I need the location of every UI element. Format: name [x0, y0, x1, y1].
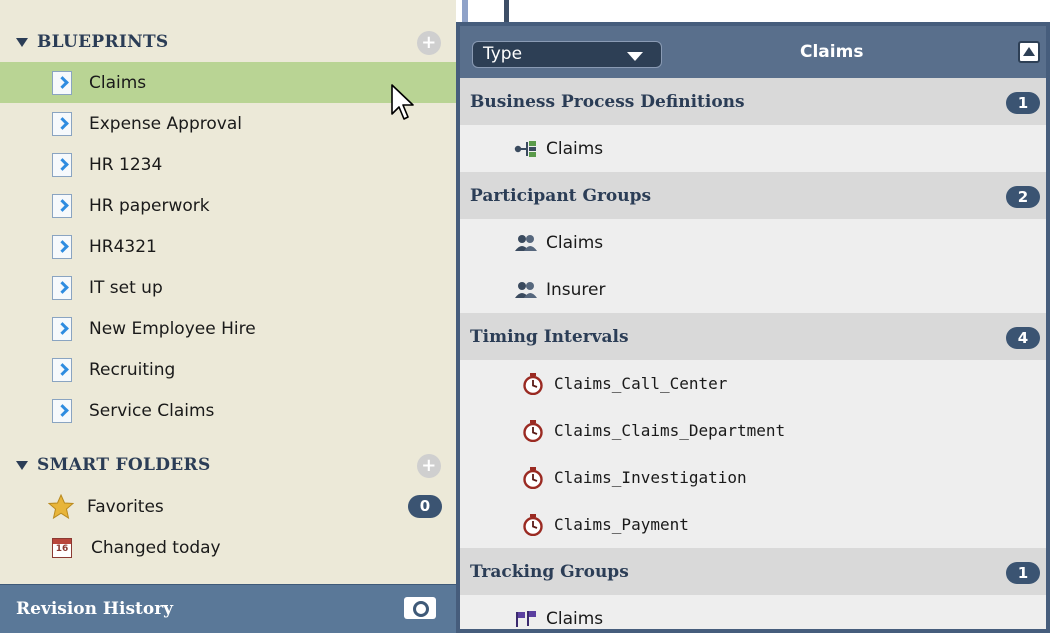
group-title: Tracking Groups [470, 561, 629, 582]
item-label: Claims_Investigation [554, 468, 747, 487]
add-blueprint-button[interactable]: + [417, 31, 441, 55]
group-count-badge: 1 [1006, 92, 1040, 114]
blueprint-doc-icon [52, 152, 72, 177]
blueprint-item-hr-1234[interactable]: HR 1234 [0, 144, 456, 185]
group-header-timing-intervals[interactable]: Timing Intervals 4 [460, 313, 1046, 360]
blueprints-section-header[interactable]: BLUEPRINTS + [0, 22, 456, 62]
blueprint-doc-icon [52, 193, 72, 218]
revision-history-title: Revision History [16, 599, 174, 619]
list-item-timer-claims-department[interactable]: Claims_Claims_Department [460, 407, 1046, 454]
type-dropdown-label: Type [483, 44, 523, 64]
chevron-down-icon [627, 52, 643, 61]
blueprint-doc-icon [52, 111, 72, 136]
blueprint-item-recruiting[interactable]: Recruiting [0, 349, 456, 390]
calendar-icon: 16 [52, 537, 72, 558]
blueprint-item-claims[interactable]: Claims [0, 62, 456, 103]
item-label: Claims_Call_Center [554, 374, 728, 393]
list-item-tracking-claims[interactable]: Claims [460, 595, 1046, 629]
item-label: Claims [546, 138, 604, 159]
item-label: Claims_Payment [554, 515, 689, 534]
list-item-timer-call-center[interactable]: Claims_Call_Center [460, 360, 1046, 407]
group-count-badge: 4 [1006, 327, 1040, 349]
blueprint-label: Claims [89, 72, 147, 93]
camera-icon[interactable] [404, 597, 436, 619]
blueprint-item-service-claims[interactable]: Service Claims [0, 390, 456, 431]
add-smart-folder-button[interactable]: + [417, 454, 441, 478]
list-item-process-claims[interactable]: Claims [460, 125, 1046, 172]
blueprints-title: BLUEPRINTS [37, 32, 169, 52]
timer-icon [523, 372, 543, 395]
blueprint-label: IT set up [89, 277, 163, 298]
smart-folder-label: Favorites [87, 496, 164, 517]
blueprint-label: New Employee Hire [89, 318, 256, 339]
group-header-tracking-groups[interactable]: Tracking Groups 1 [460, 548, 1046, 595]
panel-title: Claims [800, 42, 864, 62]
blueprint-doc-icon [52, 357, 72, 382]
timer-icon [523, 419, 543, 442]
group-title: Participant Groups [470, 185, 652, 206]
smart-folder-label: Changed today [91, 537, 221, 558]
mouse-cursor-icon [391, 84, 414, 120]
smart-folders-title: SMART FOLDERS [37, 455, 211, 475]
list-item-timer-payment[interactable]: Claims_Payment [460, 501, 1046, 548]
group-header-business-process-definitions[interactable]: Business Process Definitions 1 [460, 78, 1046, 125]
flags-icon [516, 610, 536, 627]
people-icon [515, 234, 537, 251]
collapse-panel-button[interactable] [1018, 41, 1040, 63]
type-dropdown[interactable]: Type [472, 41, 662, 68]
list-item-participant-insurer[interactable]: Insurer [460, 266, 1046, 313]
item-label: Claims_Claims_Department [554, 421, 786, 440]
blueprint-item-it-set-up[interactable]: IT set up [0, 267, 456, 308]
blueprint-item-expense-approval[interactable]: Expense Approval [0, 103, 456, 144]
expand-triangle-icon[interactable] [16, 37, 28, 47]
blueprint-label: Recruiting [89, 359, 176, 380]
blueprint-label: Service Claims [89, 400, 215, 421]
expand-triangle-icon[interactable] [16, 460, 28, 470]
blueprint-label: HR4321 [89, 236, 157, 257]
blueprint-item-hr-paperwork[interactable]: HR paperwork [0, 185, 456, 226]
star-icon [48, 493, 74, 519]
blueprint-doc-icon [52, 234, 72, 259]
process-icon [514, 140, 536, 157]
blueprint-doc-icon [52, 316, 72, 341]
group-title: Business Process Definitions [470, 91, 745, 112]
timer-icon [523, 466, 543, 489]
blueprint-label: HR 1234 [89, 154, 163, 175]
group-count-badge: 2 [1006, 186, 1040, 208]
blueprint-label: HR paperwork [89, 195, 210, 216]
group-title: Timing Intervals [470, 326, 629, 347]
favorites-count-badge: 0 [408, 495, 442, 518]
blueprint-doc-icon [52, 275, 72, 300]
blueprint-contents-panel: Type Claims Business Process Definitions… [456, 22, 1050, 633]
blueprint-doc-icon [52, 70, 72, 95]
blueprint-item-hr4321[interactable]: HR4321 [0, 226, 456, 267]
people-icon [515, 281, 537, 298]
panel-header: Type Claims [460, 26, 1046, 78]
blueprint-doc-icon [52, 398, 72, 423]
revision-history-bar[interactable]: Revision History [0, 584, 456, 633]
blueprint-item-new-employee-hire[interactable]: New Employee Hire [0, 308, 456, 349]
group-header-participant-groups[interactable]: Participant Groups 2 [460, 172, 1046, 219]
sidebar: BLUEPRINTS + Claims Expense Approval HR … [0, 0, 456, 633]
group-count-badge: 1 [1006, 562, 1040, 584]
item-label: Insurer [546, 279, 606, 300]
item-label: Claims [546, 232, 604, 253]
list-item-timer-investigation[interactable]: Claims_Investigation [460, 454, 1046, 501]
smart-folders-section-header[interactable]: SMART FOLDERS + [0, 445, 456, 485]
list-item-participant-claims[interactable]: Claims [460, 219, 1046, 266]
timer-icon [523, 513, 543, 536]
smart-folder-item-changed-today[interactable]: 16 Changed today [0, 527, 456, 568]
smart-folder-item-favorites[interactable]: Favorites 0 [0, 486, 456, 527]
blueprint-label: Expense Approval [89, 113, 242, 134]
item-label: Claims [546, 608, 604, 629]
